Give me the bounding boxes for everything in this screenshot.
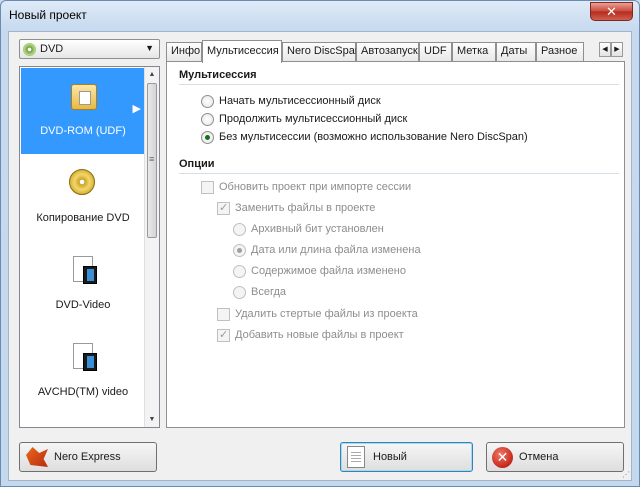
scroll-down-icon[interactable]: ▼	[145, 412, 159, 427]
category-scrollbar[interactable]: ▲ ▼	[144, 67, 159, 427]
format-dropdown-value: DVD	[40, 43, 64, 55]
scroll-up-icon[interactable]: ▲	[145, 67, 159, 82]
multisession-section-title: Мультисессия	[179, 69, 257, 81]
close-button[interactable]: ✕	[590, 2, 633, 21]
copy-dvd-icon	[69, 169, 99, 199]
new-document-icon	[347, 446, 365, 468]
checkbox-label: Добавить новые файлы в проект	[235, 329, 404, 341]
radio-label: Продолжить мультисессионный диск	[219, 113, 408, 125]
tab-autorun[interactable]: Автозапуск	[356, 42, 419, 61]
radio-button[interactable]	[201, 131, 214, 144]
checkbox[interactable]	[217, 201, 230, 215]
dvd-rom-icon	[69, 82, 99, 112]
format-dropdown[interactable]: DVD ▼	[19, 39, 160, 59]
cancel-icon: ✕	[492, 447, 513, 468]
button-label: Новый	[373, 451, 407, 463]
button-label: Nero Express	[54, 451, 121, 463]
tab-scroll-arrows: ◀ ▶	[599, 42, 625, 59]
checkbox-label: Обновить проект при импорте сессии	[219, 181, 412, 193]
new-project-window: Новый проект ✕ DVD ▼ ▶ DVD-ROM (UDF) Коп…	[0, 0, 640, 487]
window-title: Новый проект	[9, 8, 87, 22]
radio-label: Начать мультисессионный диск	[219, 95, 381, 107]
chevron-down-icon: ▼	[145, 43, 154, 53]
checkbox[interactable]	[217, 308, 230, 321]
radio-button[interactable]	[233, 223, 246, 236]
category-item-copy-dvd[interactable]: Копирование DVD	[21, 155, 145, 241]
new-button[interactable]: Новый	[340, 442, 473, 472]
checkbox-label: Удалить стертые файлы из проекта	[235, 308, 418, 320]
tab-nero-discspan[interactable]: Nero DiscSpan	[282, 42, 361, 61]
category-item-dvd-rom[interactable]: ▶ DVD-ROM (UDF)	[21, 68, 145, 154]
nero-express-icon	[26, 447, 48, 467]
category-item-dvd-video[interactable]: DVD-Video	[21, 242, 145, 328]
radio-button[interactable]	[233, 265, 246, 278]
tab-scroll-right-icon[interactable]: ▶	[611, 42, 623, 57]
chevron-right-icon: ▶	[132, 103, 141, 115]
tab-scroll-left-icon[interactable]: ◀	[599, 42, 611, 57]
tab-dates[interactable]: Даты	[496, 42, 536, 61]
dialog-body: DVD ▼ ▶ DVD-ROM (UDF) Копирование DVD DV…	[8, 31, 632, 481]
tab-label[interactable]: Метка	[452, 42, 496, 61]
radio-button[interactable]	[233, 244, 246, 257]
title-bar[interactable]: Новый проект ✕	[1, 1, 639, 31]
cancel-button[interactable]: ✕ Отмена	[486, 442, 624, 472]
radio-label: Без мультисессии (возможно использование…	[219, 131, 528, 143]
settings-tabs: Инфо Мультисессия Nero DiscSpan Автозапу…	[166, 40, 625, 63]
category-item-avchd-video[interactable]: AVCHD(TM) video	[21, 329, 145, 415]
tab-udf[interactable]: UDF	[419, 42, 452, 61]
checkbox-label: Заменить файлы в проекте	[235, 202, 376, 214]
section-divider	[179, 84, 619, 85]
radio-button[interactable]	[201, 95, 214, 108]
radio-label: Архивный бит установлен	[251, 223, 384, 235]
radio-button[interactable]	[233, 286, 246, 299]
avchd-video-icon	[69, 343, 99, 373]
tab-misc[interactable]: Разное	[536, 42, 584, 61]
button-label: Отмена	[519, 451, 559, 463]
checkbox[interactable]	[217, 328, 230, 342]
tab-info[interactable]: Инфо	[166, 42, 202, 61]
scrollbar-thumb[interactable]	[147, 83, 157, 238]
category-label: DVD-Video	[55, 299, 111, 311]
radio-label: Дата или длина файла изменена	[251, 244, 421, 256]
tab-multisession[interactable]: Мультисессия	[202, 40, 282, 63]
checkbox[interactable]	[201, 181, 214, 194]
multisession-panel: Мультисессия Начать мультисессионный дис…	[166, 61, 625, 428]
nero-express-button[interactable]: Nero Express	[19, 442, 157, 472]
dvd-video-icon	[69, 256, 99, 286]
category-label: DVD-ROM (UDF)	[40, 125, 126, 137]
disc-icon	[23, 43, 36, 56]
resize-grip-icon[interactable]: ⋰	[622, 470, 630, 479]
options-section-title: Опции	[179, 158, 215, 170]
category-label: Копирование DVD	[36, 212, 130, 224]
radio-label: Содержимое файла изменено	[251, 265, 406, 277]
radio-button[interactable]	[201, 113, 214, 126]
radio-label: Всегда	[251, 286, 287, 298]
section-divider	[179, 173, 619, 174]
category-label: AVCHD(TM) video	[37, 386, 129, 398]
project-type-list[interactable]: ▶ DVD-ROM (UDF) Копирование DVD DVD-Vide…	[19, 66, 160, 428]
